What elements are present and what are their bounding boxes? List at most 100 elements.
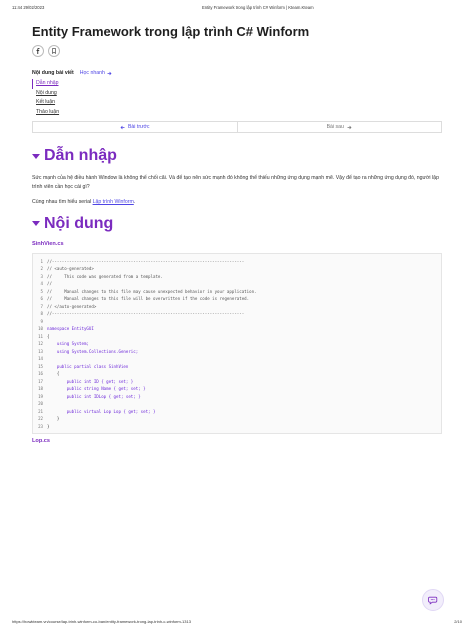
intro-heading-text: Dẫn nhập xyxy=(44,147,117,165)
code-line-number: 15 xyxy=(38,363,43,369)
code-line-text: public partial class SinhVien xyxy=(47,363,129,369)
code-line-number: 10 xyxy=(38,326,43,332)
arrow-right-icon xyxy=(347,125,352,130)
code-line-number: 1 xyxy=(40,258,43,264)
bookmark-icon[interactable] xyxy=(48,45,60,57)
code-line-number: 21 xyxy=(38,408,43,414)
code-line: 20 xyxy=(33,400,441,408)
code-line-number: 22 xyxy=(38,416,43,422)
print-header: 11:44 29/02/2023 Entity Framework trong … xyxy=(12,5,462,13)
section-heading-intro: Dẫn nhập xyxy=(32,147,442,165)
code-block: 1 //-------------------------------------… xyxy=(32,252,442,434)
code-line: 7 // </auto-generated> xyxy=(33,303,441,311)
code-line-text: } xyxy=(47,423,50,429)
file-label-sinhvien: SinhVien.cs xyxy=(32,240,64,247)
code-line-number: 4 xyxy=(40,281,43,287)
toc-item-dan-nhap[interactable]: Dẫn nhập xyxy=(32,79,442,89)
code-line: 8 //-------------------------------------… xyxy=(33,310,441,318)
code-line-text: // Manual changes to this file will be o… xyxy=(47,296,250,302)
code-line-number: 18 xyxy=(38,386,43,392)
code-line: 6 // Manual changes to this file will be … xyxy=(33,295,441,303)
toc-title: Nội dung bài viết xyxy=(32,70,74,76)
article-page: Entity Framework trong lập trình C# Winf… xyxy=(32,22,442,444)
code-line: 18 public string Name { get; set; } xyxy=(33,385,441,393)
code-line-text: // This code was generated from a templa… xyxy=(47,273,163,279)
code-line-text: public virtual Lop Lop { get; set; } xyxy=(47,408,156,414)
code-line-text: // </auto-generated> xyxy=(47,303,97,309)
code-line-text: { xyxy=(47,333,50,339)
code-line: 21 public virtual Lop Lop { get; set; } xyxy=(33,408,441,416)
code-line-number: 11 xyxy=(38,333,43,339)
code-line: 19 public int IDLop { get; set; } xyxy=(33,393,441,401)
code-line-number: 8 xyxy=(40,311,43,317)
code-line: 13 using System.Collections.Generic; xyxy=(33,348,441,356)
prev-lesson-label: Bài trước xyxy=(127,124,150,131)
code-line-text: // Manual changes to this file may cause… xyxy=(47,288,257,294)
code-line-number: 5 xyxy=(40,288,43,294)
prev-lesson-button[interactable]: Bài trước xyxy=(33,122,238,133)
code-line-text: public string Name { get; set; } xyxy=(47,386,146,392)
code-line-text: using System; xyxy=(47,341,89,347)
file-label-lop: Lop.cs xyxy=(32,437,51,444)
code-line-text: { xyxy=(47,371,60,377)
next-lesson-label: Bài sau xyxy=(326,124,344,131)
code-line-text: // <auto-generated> xyxy=(47,266,94,272)
code-line-text: using System.Collections.Generic; xyxy=(47,348,139,354)
share-row xyxy=(32,45,442,57)
code-line: 12 using System; xyxy=(33,340,441,348)
chat-icon xyxy=(427,596,437,605)
winform-series-link[interactable]: Lập trình Winform xyxy=(93,199,134,205)
code-line: 4 // xyxy=(33,280,441,288)
article-title: Entity Framework trong lập trình C# Winf… xyxy=(32,24,310,39)
code-line: 23} xyxy=(33,423,441,431)
code-line-number: 20 xyxy=(38,401,43,407)
code-line-text: //--------------------------------------… xyxy=(47,311,245,317)
next-lesson-button[interactable]: Bài sau xyxy=(238,122,442,132)
code-line-number: 2 xyxy=(40,266,43,272)
print-page-title: Entity Framework trong lập trình C# Winf… xyxy=(202,5,314,10)
table-of-contents: Nội dung bài viết Học nhanh Dẫn nhập Nội… xyxy=(32,70,442,117)
toc-item-thao-luan[interactable]: Thảo luận xyxy=(32,108,442,118)
code-line-number: 3 xyxy=(40,273,43,279)
caret-down-icon xyxy=(32,221,40,227)
print-url: https://howkteam.vn/course/lap-trinh-win… xyxy=(12,619,191,624)
code-line-text: } xyxy=(47,416,60,422)
arrow-left-icon xyxy=(120,125,125,130)
toc-item-noi-dung[interactable]: Nội dung xyxy=(32,89,442,99)
code-line-text: public int ID { get; set; } xyxy=(47,378,134,384)
code-line-number: 12 xyxy=(38,341,43,347)
code-line: 17 public int ID { get; set; } xyxy=(33,378,441,386)
quick-learn-link[interactable]: Học nhanh xyxy=(80,70,112,76)
quick-learn-label: Học nhanh xyxy=(79,70,105,76)
facebook-icon[interactable] xyxy=(32,45,44,57)
chat-button[interactable] xyxy=(422,589,444,611)
code-line-number: 13 xyxy=(38,348,43,354)
code-line: 1 //-------------------------------------… xyxy=(33,258,441,266)
code-line-number: 6 xyxy=(40,296,43,302)
lesson-pager: Bài trước Bài sau xyxy=(32,121,442,134)
code-line-text: // xyxy=(47,281,52,287)
code-line: 22 } xyxy=(33,415,441,423)
code-line-number: 23 xyxy=(38,423,43,429)
code-line-number: 14 xyxy=(38,356,43,362)
code-line-number: 16 xyxy=(38,371,43,377)
code-line-text: public int IDLop { get; set; } xyxy=(47,393,141,399)
code-line-number: 19 xyxy=(38,393,43,399)
code-line-number: 9 xyxy=(40,318,43,324)
code-line: 16 { xyxy=(33,370,441,378)
code-line: 11 { xyxy=(33,333,441,341)
code-line: 10 namespace EntityGUI xyxy=(33,325,441,333)
code-line: 3 // This code was generated from a templ… xyxy=(33,273,441,281)
arrow-right-icon xyxy=(107,71,112,75)
code-line: 5 // Manual changes to this file may caus… xyxy=(33,288,441,296)
code-line-number: 7 xyxy=(40,303,43,309)
caret-down-icon xyxy=(32,153,40,159)
code-line: 2 // <auto-generated> xyxy=(33,265,441,273)
print-datetime: 11:44 29/02/2023 xyxy=(12,5,45,10)
code-line-text: //--------------------------------------… xyxy=(47,258,245,264)
code-line: 9 xyxy=(33,318,441,326)
intro-paragraph: Sức mạnh của hệ điều hành Window là khôn… xyxy=(32,175,439,190)
section-heading-content: Nội dung xyxy=(32,215,442,233)
toc-item-ket-luan[interactable]: Kết luận xyxy=(32,98,442,108)
content-heading-text: Nội dung xyxy=(44,214,114,232)
